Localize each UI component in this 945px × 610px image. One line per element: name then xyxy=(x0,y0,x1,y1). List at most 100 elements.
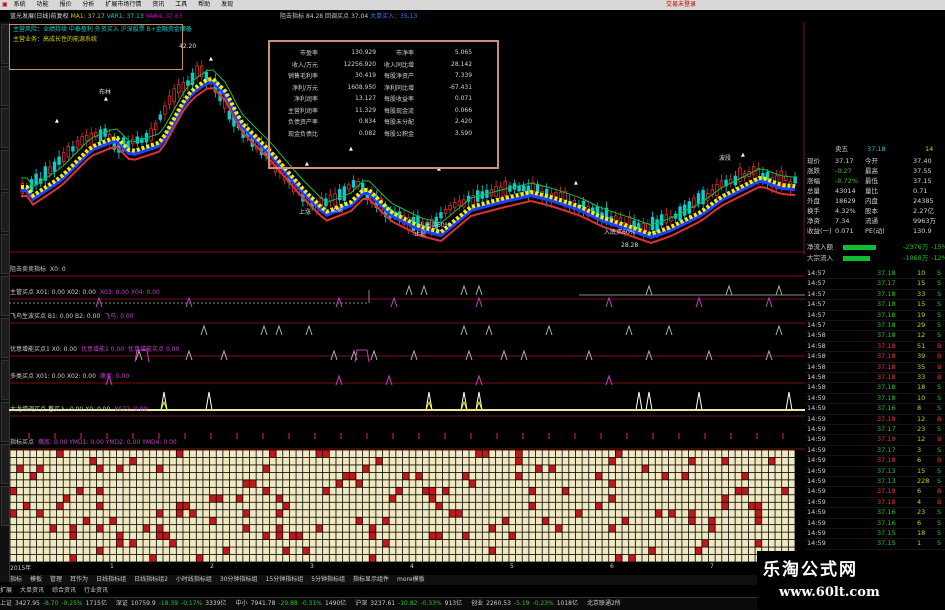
bottom-tab[interactable]: 大单资讯 xyxy=(20,587,44,594)
toolbar-tab-12[interactable] xyxy=(1,486,10,526)
grid-cell xyxy=(236,510,243,517)
indicator-tab[interactable]: 耳作为 xyxy=(70,576,88,583)
index-quote[interactable]: 上证 3427.95 -8.70 -0.25% 1715亿 xyxy=(0,600,110,607)
fin-label: 每股净资产 xyxy=(384,73,415,81)
grid-cell xyxy=(402,517,409,525)
grid-cell xyxy=(522,472,529,480)
grid-cell xyxy=(416,502,423,510)
grid-cell xyxy=(715,487,722,495)
grid-cell xyxy=(442,487,449,495)
grid-cell xyxy=(642,510,649,517)
indicator-tab[interactable]: 日线指标组 xyxy=(96,576,126,583)
grid-cell xyxy=(762,510,768,517)
grid-cell xyxy=(708,517,715,525)
grid-cell xyxy=(17,547,23,555)
indicator-tab[interactable]: 小时线指标组 xyxy=(176,576,212,583)
grid-cell xyxy=(170,457,176,465)
grid-cell xyxy=(362,547,369,555)
grid-cell xyxy=(23,487,30,495)
indicator-tab[interactable]: 模板 xyxy=(30,576,42,583)
menu-item-quote[interactable]: 报价 xyxy=(59,0,71,10)
grid-cell xyxy=(602,517,609,525)
grid-cell xyxy=(522,554,529,562)
index-quote[interactable]: 中小 7941.78 -29.88 -0.31% 1490亿 xyxy=(236,600,350,607)
grid-cell xyxy=(136,487,143,495)
bottom-tab[interactable]: 行业资讯 xyxy=(84,587,108,594)
indicator-tab[interactable]: more模板 xyxy=(397,576,425,583)
grid-cell xyxy=(209,502,216,510)
grid-cell xyxy=(343,502,349,510)
menu-item-system[interactable]: 系统 xyxy=(14,0,26,10)
index-quote[interactable]: 创业 2260.53 -5.19 -0.23% 1018亿 xyxy=(471,600,581,607)
grid-cell xyxy=(595,465,602,472)
grid-cell xyxy=(269,547,276,555)
menu-item-function[interactable]: 功能 xyxy=(37,0,49,10)
grid-cell xyxy=(649,495,655,502)
candle-body xyxy=(522,185,526,192)
grid-cell xyxy=(236,502,243,510)
grid-cell xyxy=(409,510,416,517)
indicator-tab[interactable]: 5分钟指标组 xyxy=(311,576,345,583)
grid-cell xyxy=(196,487,203,495)
quote-a: 净资 xyxy=(807,217,820,225)
grid-cell xyxy=(243,450,250,458)
indicator-tab[interactable]: 15分钟指标组 xyxy=(266,576,304,583)
grid-cell xyxy=(489,472,496,480)
menu-item-tools[interactable]: 工具 xyxy=(175,0,187,10)
grid-cell xyxy=(249,450,256,458)
grid-cell xyxy=(209,525,216,532)
menu-item-analysis[interactable]: 分析 xyxy=(82,0,94,10)
indicator-tab[interactable]: 30分钟指标组 xyxy=(220,576,258,583)
grid-cell xyxy=(622,525,629,532)
grid-cell xyxy=(263,540,270,547)
grid-cell xyxy=(562,457,569,465)
grid-cell xyxy=(502,510,509,517)
grid-cell xyxy=(10,525,17,532)
grid-cell xyxy=(775,457,782,465)
grid-cell xyxy=(362,495,369,502)
grid-cell xyxy=(70,465,77,472)
grid-cell xyxy=(602,532,609,540)
grid-cell xyxy=(535,495,542,502)
grid-cell xyxy=(103,457,110,465)
grid-cell xyxy=(116,502,123,510)
fin-row: 主营利润率 11.329 每股现金流 0.066 xyxy=(284,105,476,117)
grid-cell xyxy=(602,472,609,480)
indicator-tab[interactable]: 管理 xyxy=(50,576,62,583)
grid-cell xyxy=(130,517,136,525)
menu-item-news[interactable]: 资讯 xyxy=(152,0,164,10)
grid-cell xyxy=(695,540,702,547)
grid-cell xyxy=(602,510,609,517)
grid-cell xyxy=(476,540,482,547)
trade-t: 14:59 xyxy=(807,435,826,444)
grid-cell xyxy=(269,495,276,502)
bottom-tab[interactable]: 综合资讯 xyxy=(52,587,76,594)
grid-cell xyxy=(535,547,542,555)
trade-login-status[interactable]: 交易未登录 xyxy=(666,0,696,10)
menu-item-ext-market[interactable]: 扩展市场行情 xyxy=(105,0,141,10)
fin-value: 0.082 xyxy=(358,129,377,137)
indicator-tab[interactable]: 指标 xyxy=(10,576,22,583)
grid-cell xyxy=(30,517,37,525)
menu-item-discover[interactable]: 发现 xyxy=(221,0,233,10)
index-quote[interactable]: 沪深 3237.61 -10.82 -0.33% 913亿 xyxy=(355,600,465,607)
grid-cell xyxy=(256,457,263,465)
grid-cell xyxy=(283,554,290,562)
menu-item-help[interactable]: 帮助 xyxy=(198,0,210,10)
panel-label-text: 主管买点 X01: 0.00 X02: 0.00 xyxy=(10,289,96,296)
indicator-tab[interactable]: 指标显示组件 xyxy=(353,576,389,583)
grid-cell xyxy=(748,510,755,517)
bottom-tab[interactable]: 扩展 xyxy=(0,587,12,594)
indicator-tab[interactable]: 日线指标组2 xyxy=(134,576,168,583)
index-quote[interactable]: 深证 10759.9 -18.39 -0.17% 3339亿 xyxy=(116,600,230,607)
grid-cell xyxy=(476,465,482,472)
toolbar-tab-11[interactable] xyxy=(1,444,10,484)
grid-cell xyxy=(56,510,63,517)
grid-cell xyxy=(263,480,270,487)
candle-body xyxy=(342,186,346,201)
trade-t: 14:59 xyxy=(807,529,826,537)
rise-label: 上涨 xyxy=(299,208,311,216)
grid-cell xyxy=(582,554,589,562)
grid-cell xyxy=(269,532,276,540)
index-pct: -0.23% xyxy=(532,600,554,607)
